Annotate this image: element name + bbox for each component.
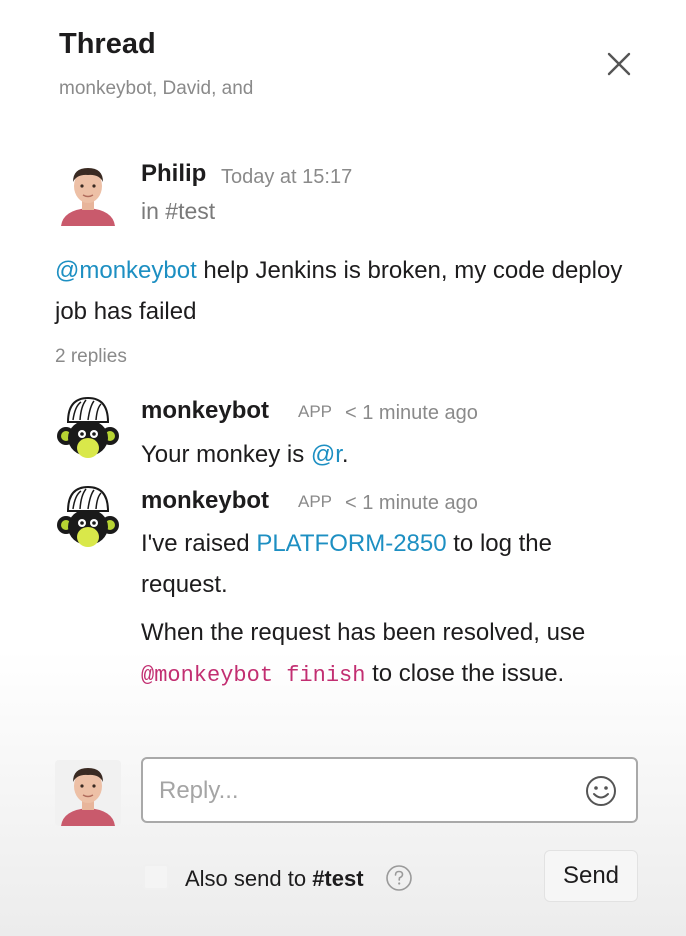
emoji-icon (586, 776, 616, 806)
also-send-checkbox[interactable] (143, 864, 169, 890)
also-send-channel: #test (312, 866, 364, 891)
reply-text-prefix: Your monkey is (141, 441, 311, 468)
also-send-label[interactable]: Also send to #test (185, 866, 364, 892)
inline-code: @monkeybot finish (141, 663, 366, 688)
reply-text: Your monkey is @r. (141, 434, 349, 475)
thread-participants: monkeybot, David, and (59, 78, 254, 99)
author-monkeybot[interactable]: monkeybot (141, 487, 269, 515)
also-send-prefix: Also send to (185, 866, 313, 891)
avatar-philip[interactable] (55, 160, 121, 226)
help-icon (386, 865, 412, 891)
close-button[interactable] (600, 46, 638, 84)
reply-text2-prefix: When the request has been resolved, use (141, 619, 586, 646)
reply-timestamp[interactable]: < 1 minute ago (345, 492, 478, 515)
send-button[interactable]: Send (544, 850, 638, 902)
avatar-current-user[interactable] (55, 760, 121, 826)
reply-text2-suffix: to close the issue. (365, 660, 565, 687)
reply-composer (141, 757, 638, 823)
app-badge: APP (298, 402, 333, 421)
reply-text: I've raised PLATFORM-2850 to log the req… (141, 523, 641, 605)
ticket-link[interactable]: PLATFORM-2850 (256, 530, 446, 557)
reply-text-second: When the request has been resolved, use … (141, 612, 631, 696)
mention-monkeybot[interactable]: @monkeybot (55, 257, 197, 284)
message-channel[interactable]: in #test (141, 198, 215, 225)
replies-count: 2 replies (55, 346, 127, 367)
message-timestamp[interactable]: Today at 15:17 (221, 166, 352, 189)
reply-input[interactable] (159, 775, 559, 807)
thread-title: Thread (59, 28, 156, 60)
parent-message-text: @monkeybot help Jenkins is broken, my co… (55, 250, 655, 332)
help-button[interactable] (385, 864, 413, 892)
close-icon (607, 52, 631, 76)
author-monkeybot[interactable]: monkeybot (141, 397, 269, 425)
emoji-button[interactable] (584, 774, 618, 808)
reply-text-prefix: I've raised (141, 530, 257, 557)
avatar-monkeybot[interactable] (55, 485, 121, 555)
reply-timestamp[interactable]: < 1 minute ago (345, 402, 478, 425)
mention-r[interactable]: @r (311, 441, 342, 468)
author-philip[interactable]: Philip (141, 160, 206, 188)
avatar-monkeybot[interactable] (55, 396, 121, 466)
reply-text-suffix: . (341, 441, 349, 468)
app-badge: APP (298, 492, 333, 511)
